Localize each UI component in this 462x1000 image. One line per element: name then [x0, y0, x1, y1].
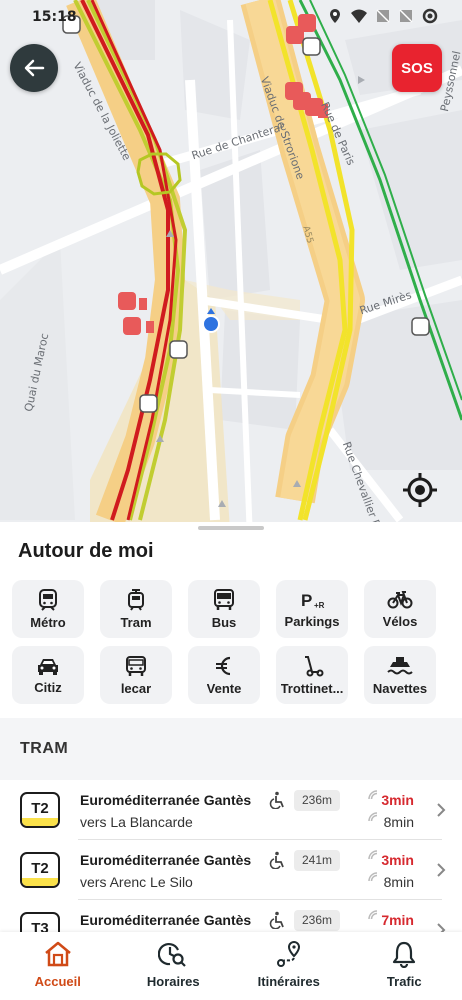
category-label: Parkings: [284, 613, 340, 629]
tram-icon: [128, 588, 144, 611]
svg-text:P: P: [301, 591, 312, 610]
wifi-icon: [351, 9, 367, 23]
category-label: Citiz: [34, 679, 62, 695]
bell-icon: [393, 941, 416, 968]
euro-icon: [216, 656, 231, 675]
category-label: lecar: [120, 680, 152, 696]
route-icon: [276, 940, 300, 967]
back-button[interactable]: [10, 44, 58, 92]
category-grid: Métro Tram Bus P+R Parkings Vélos Citiz: [12, 580, 452, 704]
nav-label: Trafic: [386, 974, 422, 989]
distance-badge: 236m: [294, 790, 341, 811]
departure-row[interactable]: T2 Euroméditerranée Gantès vers Arenc Le…: [0, 840, 462, 900]
nav-label: Horaires: [146, 974, 200, 989]
car-icon: [38, 658, 58, 675]
nav-accueil[interactable]: Accueil: [0, 932, 116, 1000]
bottom-nav: Accueil Horaires Itinéraires Trafic: [0, 932, 462, 1000]
stop-name: Euroméditerranée Gantès: [80, 792, 252, 808]
realtime-icon: [368, 812, 378, 822]
direction: vers Arenc Le Silo: [80, 874, 193, 890]
section-title: TRAM: [20, 740, 69, 757]
category-velos[interactable]: Vélos: [364, 580, 436, 638]
nav-label: Accueil: [34, 974, 81, 989]
next-departure: 3min: [381, 852, 414, 868]
realtime-icon: [368, 850, 378, 860]
status-bar: 15:18: [0, 0, 462, 34]
home-icon: [44, 941, 71, 967]
category-label: Vente: [206, 680, 242, 696]
arrow-left-icon: [24, 59, 45, 77]
next-departure: 7min: [381, 912, 414, 928]
distance-badge: 241m: [294, 850, 341, 871]
chevron-right-icon: [437, 803, 446, 817]
sheet-title: Autour de moi: [18, 540, 154, 562]
realtime-icon: [368, 790, 378, 800]
svg-text:+R: +R: [314, 601, 325, 610]
lecar-icon: [126, 655, 146, 676]
scooter-icon: [305, 655, 324, 676]
wheelchair-icon: [269, 851, 284, 869]
nav-itineraires[interactable]: Itinéraires: [231, 932, 347, 1000]
sheet-drag-handle[interactable]: [198, 526, 264, 530]
line-badge: T2: [20, 852, 60, 888]
clock-search-icon: [158, 943, 187, 967]
category-label: Trottinet...: [280, 680, 344, 696]
signal-off-icon: [376, 9, 390, 23]
category-label: Métro: [30, 614, 66, 630]
line-badge-label: T2: [31, 860, 49, 877]
status-time: 15:18: [32, 9, 77, 25]
sos-button[interactable]: SOS: [392, 44, 442, 92]
battery-ring-icon: [422, 8, 438, 24]
wheelchair-icon: [269, 791, 284, 809]
location-icon: [330, 9, 340, 23]
status-icons: [328, 8, 438, 24]
line-badge: T2: [20, 792, 60, 828]
stop-name: Euroméditerranée Gantès: [80, 852, 252, 868]
signal-off-icon-2: [399, 9, 413, 23]
category-vente[interactable]: Vente: [188, 646, 260, 704]
locate-me-button[interactable]: [400, 470, 440, 510]
line-badge-label: T2: [31, 800, 49, 817]
category-citiz[interactable]: Citiz: [12, 646, 84, 704]
following-departure: 8min: [383, 874, 414, 890]
nearby-sheet: Autour de moi Métro Tram Bus P +R Parking…: [0, 522, 462, 948]
category-bus[interactable]: Bus: [188, 580, 260, 638]
direction: vers La Blancarde: [80, 814, 193, 830]
stop-name: Euroméditerranée Gantès: [80, 912, 252, 928]
category-label: Navettes: [372, 680, 428, 696]
category-metro[interactable]: Métro: [12, 580, 84, 638]
map-view[interactable]: Viaduc de la Joliette Viaduc de Strorion…: [0, 0, 462, 540]
category-trottinettes[interactable]: Trottinet...: [276, 646, 348, 704]
chevron-right-icon: [437, 863, 446, 877]
departure-row[interactable]: T2 Euroméditerranée Gantès vers La Blanc…: [0, 780, 462, 840]
metro-icon: [39, 588, 57, 611]
section-header: TRAM: [0, 718, 462, 780]
category-lecar[interactable]: lecar: [100, 646, 172, 704]
category-navettes[interactable]: Navettes: [364, 646, 436, 704]
category-tram[interactable]: Tram: [100, 580, 172, 638]
bus-icon: [214, 588, 234, 610]
next-departure: 3min: [381, 792, 414, 808]
following-departure: 8min: [383, 814, 414, 830]
category-label: Bus: [211, 614, 237, 630]
realtime-icon: [368, 872, 378, 882]
nav-horaires[interactable]: Horaires: [116, 932, 232, 1000]
category-label: Tram: [120, 614, 152, 630]
ferry-icon: [387, 656, 413, 674]
category-parkings[interactable]: P +R Parkings: [276, 580, 348, 638]
parking-icon: P +R: [301, 591, 325, 610]
wheelchair-icon: [269, 911, 284, 929]
nav-trafic[interactable]: Trafic: [347, 932, 462, 1000]
realtime-icon: [368, 910, 378, 920]
app-screen: Viaduc de la Joliette Viaduc de Strorion…: [0, 0, 462, 1000]
distance-badge: 236m: [294, 910, 341, 931]
nav-label: Itinéraires: [257, 974, 320, 989]
bike-icon: [387, 590, 413, 608]
crosshair-icon: [403, 473, 437, 507]
category-label: Vélos: [382, 613, 418, 629]
